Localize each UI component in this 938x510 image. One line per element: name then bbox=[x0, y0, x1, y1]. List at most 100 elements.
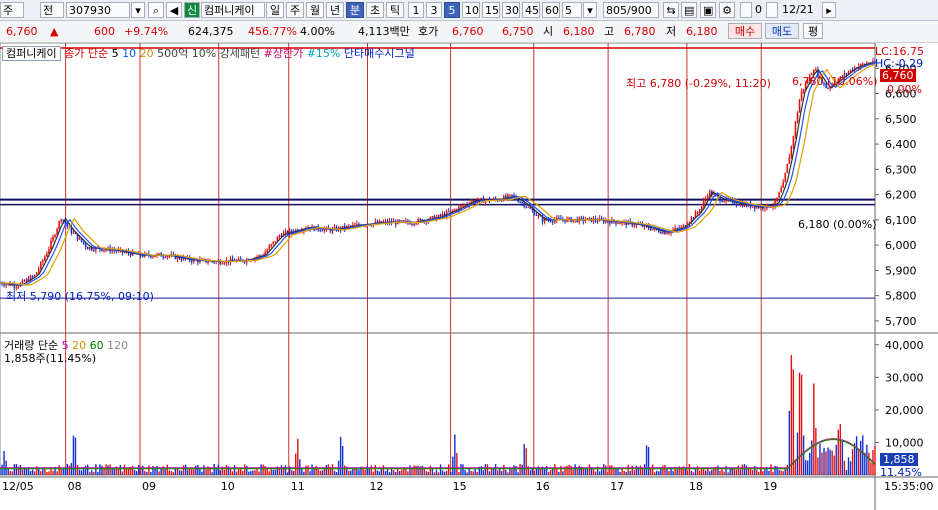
period-minute[interactable]: 분 bbox=[346, 2, 364, 18]
interval-15[interactable]: 15 bbox=[482, 2, 500, 18]
interval-select[interactable]: 5 bbox=[562, 2, 582, 18]
volume-bar-429 bbox=[874, 445, 876, 475]
chevron-down-icon[interactable]: ▾ bbox=[583, 2, 597, 18]
scroll-icon[interactable]: ⇆ bbox=[663, 2, 679, 18]
candle-body-361 bbox=[735, 203, 738, 205]
volume-bar-45 bbox=[91, 470, 93, 475]
interval-5[interactable]: 5 bbox=[444, 2, 460, 18]
dropdown-icon[interactable]: ▾ bbox=[131, 2, 145, 18]
period-week[interactable]: 주 bbox=[286, 2, 304, 18]
interval-60[interactable]: 60 bbox=[542, 2, 560, 18]
search-icon[interactable]: ⌕ bbox=[148, 2, 164, 18]
candle-body-371 bbox=[755, 206, 758, 209]
volume-bar-374 bbox=[762, 471, 764, 475]
candle-body-347 bbox=[706, 196, 709, 199]
candle-body-80 bbox=[162, 256, 164, 258]
candle-body-383 bbox=[780, 187, 782, 193]
candle-body-20 bbox=[39, 262, 42, 269]
volume-bar-409 bbox=[833, 455, 835, 475]
volume-bar-311 bbox=[633, 470, 636, 475]
gear-icon[interactable]: ⚙ bbox=[719, 2, 735, 18]
volume-bar-406 bbox=[827, 447, 829, 475]
code-input[interactable]: 307930 bbox=[66, 2, 130, 18]
prev-button[interactable]: 전 bbox=[40, 2, 64, 18]
volume-bar-29 bbox=[58, 465, 60, 475]
candle-body-78 bbox=[158, 253, 160, 255]
period-month[interactable]: 월 bbox=[306, 2, 324, 18]
candle-body-202 bbox=[411, 223, 413, 225]
interval-30[interactable]: 30 bbox=[502, 2, 520, 18]
turnover-value: 4.00% bbox=[300, 25, 335, 38]
candle-body-46 bbox=[93, 249, 95, 251]
interval-45[interactable]: 45 bbox=[522, 2, 540, 18]
volume-bar-214 bbox=[435, 469, 438, 475]
volume-bar-411 bbox=[837, 429, 839, 475]
candle-body-44 bbox=[88, 247, 91, 250]
volume-bar-189 bbox=[384, 471, 387, 475]
volume-bar-15 bbox=[29, 471, 32, 475]
current-price: 6,760 bbox=[6, 25, 38, 38]
volume-bar-73 bbox=[148, 465, 150, 475]
price-axis-label-9: 5,800 bbox=[885, 290, 917, 303]
volume-bar-321 bbox=[654, 472, 656, 475]
legend-stock-name[interactable]: 컴퍼니케이 bbox=[2, 46, 61, 61]
volume-bar-352 bbox=[717, 465, 719, 475]
speaker-icon[interactable]: ◀ bbox=[166, 2, 182, 18]
volume-bar-288 bbox=[586, 469, 589, 475]
save-icon[interactable]: ▣ bbox=[700, 2, 716, 18]
volume-bar-325 bbox=[662, 465, 664, 475]
candle-body-384 bbox=[782, 181, 785, 188]
interval-1[interactable]: 1 bbox=[408, 2, 424, 18]
period-second[interactable]: 초 bbox=[366, 2, 384, 18]
volume-bar-184 bbox=[374, 465, 376, 475]
volume-bar-346 bbox=[705, 470, 707, 475]
date-checkbox[interactable] bbox=[766, 2, 778, 18]
volume-bar-248 bbox=[505, 469, 507, 475]
period-year[interactable]: 년 bbox=[326, 2, 344, 18]
candle-body-23 bbox=[46, 253, 48, 257]
volume-bar-414 bbox=[843, 460, 846, 475]
volume-bar-97 bbox=[197, 464, 199, 475]
candle-body-196 bbox=[398, 220, 401, 222]
candle-body-81 bbox=[164, 256, 167, 258]
volume-bar-2 bbox=[3, 450, 5, 475]
volume-bar-337 bbox=[686, 470, 689, 475]
candle-body-173 bbox=[352, 224, 354, 227]
interval-10[interactable]: 10 bbox=[462, 2, 480, 18]
chart-area[interactable]: 6,7006,6006,5006,4006,3006,2006,1006,000… bbox=[0, 43, 938, 510]
volume-bar-330 bbox=[672, 471, 674, 475]
buy-button[interactable]: 매수 bbox=[728, 23, 762, 39]
volume-bar-201 bbox=[409, 465, 411, 475]
volume-bar-407 bbox=[829, 449, 831, 475]
candle-body-157 bbox=[319, 229, 322, 231]
volume-bar-289 bbox=[588, 464, 591, 475]
volume-axis-label-2: 20,000 bbox=[885, 404, 924, 417]
candle-body-328 bbox=[668, 232, 670, 234]
interval-3[interactable]: 3 bbox=[426, 2, 442, 18]
checkbox[interactable] bbox=[740, 2, 752, 18]
volume-bar-364 bbox=[741, 464, 744, 475]
x-axis-label-9: 18 bbox=[689, 480, 703, 493]
period-day[interactable]: 일 bbox=[266, 2, 284, 18]
candle-body-29 bbox=[58, 221, 60, 229]
chart-tool-icon[interactable]: ▤ bbox=[681, 2, 697, 18]
volume-bar-183 bbox=[372, 471, 374, 475]
volume-bar-16 bbox=[31, 469, 34, 475]
market-select[interactable]: 주 bbox=[0, 2, 24, 18]
volume-bar-348 bbox=[709, 471, 711, 475]
date-spin-icon[interactable]: ▸ bbox=[822, 2, 836, 18]
eval-button[interactable]: 평 bbox=[803, 23, 823, 39]
candle-body-41 bbox=[82, 241, 85, 244]
volume-bar-384 bbox=[782, 471, 784, 475]
candle-body-175 bbox=[356, 223, 358, 225]
volume-bar-168 bbox=[341, 445, 344, 475]
sell-button[interactable]: 매도 bbox=[765, 23, 799, 39]
count-input[interactable]: 805/900 bbox=[603, 2, 659, 18]
volume-bar-44 bbox=[89, 472, 91, 475]
period-tick[interactable]: 틱 bbox=[386, 2, 404, 18]
legend-ma5: 5 bbox=[111, 47, 119, 60]
volume-bar-122 bbox=[248, 471, 250, 475]
volume-bar-366 bbox=[745, 465, 748, 475]
volume-bar-165 bbox=[335, 472, 338, 475]
x-axis-label-8: 17 bbox=[610, 480, 624, 493]
